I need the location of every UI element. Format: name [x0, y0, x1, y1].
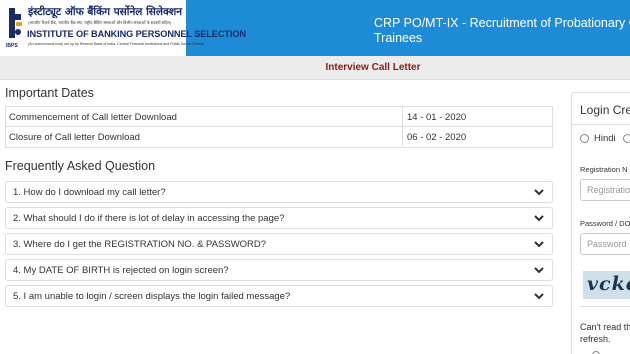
- password-label: Password / DO: [580, 219, 630, 228]
- logo-hindi-name: इंस्टीट्यूट ऑफ बैंकिंग पर्सोनेल सिलेक्शन: [28, 6, 183, 18]
- faq-item[interactable]: 2. What should I do if there is lot of d…: [5, 207, 553, 229]
- login-title: Login Cre: [580, 103, 630, 117]
- faq-heading: Frequently Asked Question: [5, 159, 156, 173]
- date-label: Commencement of Call letter Download: [9, 112, 177, 123]
- login-panel: Login Cre Hindi Registration N Password …: [571, 92, 630, 354]
- registration-label: Registration N: [580, 165, 628, 174]
- chevron-down-icon: [534, 215, 544, 222]
- faq-question: 1. How do I download my call letter?: [13, 187, 166, 198]
- page-title-line1: CRP PO/MT-IX - Recruitment of Probationa…: [374, 16, 630, 30]
- captcha-image: vckc: [583, 271, 630, 299]
- logo-abbr: IBPS: [6, 43, 18, 49]
- faq-question: 4. My DATE OF BIRTH is rejected on login…: [13, 265, 229, 276]
- date-value: 14 - 01 - 2020: [402, 107, 553, 126]
- logo-hindi-subtitle: (भारतीय रिज़र्व बैंक, भारतीय बैंक संघ, र…: [28, 20, 172, 25]
- chevron-down-icon: [534, 293, 544, 300]
- language-radio-hindi-label: Hindi: [594, 133, 616, 144]
- login-divider: [572, 124, 630, 125]
- captcha-text: vckc: [587, 273, 630, 295]
- language-radio-english[interactable]: [623, 134, 630, 143]
- page-title-line2: Trainees: [374, 31, 423, 45]
- captcha-note-line2: refresh.: [580, 334, 611, 344]
- chevron-down-icon: [534, 241, 544, 248]
- faq-question: 2. What should I do if there is lot of d…: [13, 213, 285, 224]
- logo-english-name: INSTITUTE OF BANKING PERSONNEL SELECTION: [27, 29, 246, 39]
- faq-question: 3. Where do I get the REGISTRATION NO. &…: [13, 239, 267, 250]
- table-row: Closure of Call letter Download 06 - 02 …: [6, 127, 552, 147]
- subheader-bar: Interview Call Letter: [0, 56, 630, 80]
- language-radio-hindi[interactable]: [580, 134, 589, 143]
- date-value: 06 - 02 - 2020: [402, 127, 553, 146]
- chevron-down-icon: [534, 267, 544, 274]
- date-label: Closure of Call letter Download: [9, 132, 140, 143]
- faq-item[interactable]: 1. How do I download my call letter?: [5, 181, 553, 203]
- ibps-logo[interactable]: IBPS इंस्टीट्यूट ऑफ बैंकिंग पर्सोनेल सिल…: [0, 0, 246, 56]
- faq-item[interactable]: 4. My DATE OF BIRTH is rejected on login…: [5, 259, 553, 281]
- page-title: CRP PO/MT-IX - Recruitment of Probationa…: [374, 16, 630, 46]
- registration-input[interactable]: [580, 179, 630, 201]
- faq-question: 5. I am unable to login / screen display…: [13, 291, 291, 302]
- faq-item[interactable]: 5. I am unable to login / screen display…: [5, 285, 553, 307]
- captcha-refresh-note: Can't read th refresh.: [580, 321, 630, 345]
- captcha-divider: [580, 306, 630, 307]
- header-bar: IBPS इंस्टीट्यूट ऑफ बैंकिंग पर्सोनेल सिल…: [0, 0, 630, 56]
- important-dates-table: Commencement of Call letter Download 14 …: [5, 106, 553, 148]
- faq-item[interactable]: 3. Where do I get the REGISTRATION NO. &…: [5, 233, 553, 255]
- subheader-title: Interview Call Letter: [325, 62, 421, 73]
- password-input[interactable]: [580, 233, 630, 255]
- captcha-note-line1: Can't read th: [580, 322, 630, 332]
- logo-english-tagline: (An autonomous body set up by Reserve Ba…: [28, 42, 204, 46]
- table-row: Commencement of Call letter Download 14 …: [6, 107, 552, 127]
- chevron-down-icon: [534, 189, 544, 196]
- important-dates-heading: Important Dates: [5, 86, 94, 100]
